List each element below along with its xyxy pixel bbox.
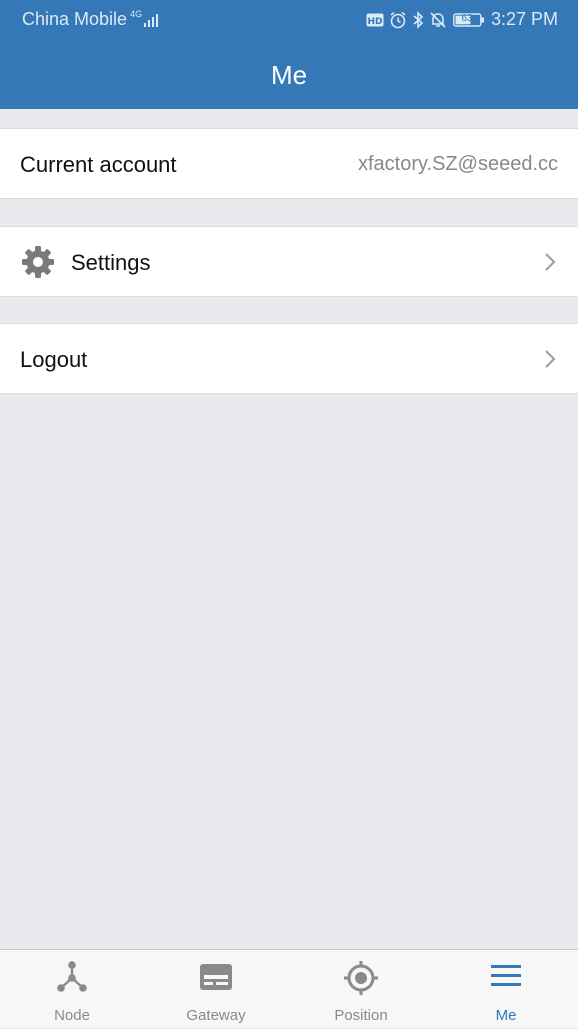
status-bar: China Mobile 4G HD 63 3:27 PM (0, 0, 578, 40)
tab-gateway[interactable]: Gateway (144, 950, 288, 1029)
battery-level: 63 (461, 12, 473, 24)
status-left: China Mobile 4G (22, 9, 159, 30)
battery-icon: 63 (453, 12, 485, 28)
carrier-name: China Mobile (22, 9, 128, 29)
bluetooth-icon (411, 10, 425, 29)
chevron-right-icon (544, 252, 556, 277)
tab-me-label: Me (495, 1007, 517, 1024)
chevron-right-icon (544, 349, 556, 374)
tab-position[interactable]: Position (289, 950, 433, 1029)
current-account-label: Current account (20, 152, 177, 177)
svg-text:HD: HD (367, 17, 382, 27)
mute-icon (429, 11, 447, 29)
signal-icon (143, 12, 159, 28)
gear-icon (21, 245, 55, 284)
current-account-value: xfactory.SZ@seeed.cc (358, 153, 558, 175)
status-right: HD 63 3:27 PM (366, 9, 558, 30)
tab-node[interactable]: Node (0, 950, 144, 1029)
logout-label: Logout (20, 347, 88, 372)
alarm-icon (389, 11, 407, 29)
tab-bar: Node Gateway Position Me (0, 949, 578, 1028)
nav-bar: Me (0, 40, 578, 109)
position-icon (343, 960, 379, 1001)
menu-icon (490, 960, 522, 997)
settings-row[interactable]: Settings (0, 226, 578, 297)
hd-icon: HD (366, 12, 384, 28)
page-title: Me (270, 60, 308, 90)
logout-row[interactable]: Logout (0, 323, 578, 394)
gateway-icon (199, 960, 233, 999)
node-icon (55, 960, 89, 999)
tab-gateway-label: Gateway (186, 1007, 246, 1024)
tab-me[interactable]: Me (434, 950, 578, 1029)
tab-position-label: Position (334, 1007, 388, 1024)
status-time: 3:27 PM (490, 9, 558, 29)
settings-label: Settings (71, 250, 151, 275)
network-type: 4G (130, 8, 143, 19)
current-account-row: Current account xfactory.SZ@seeed.cc (0, 128, 578, 199)
tab-node-label: Node (54, 1007, 90, 1024)
